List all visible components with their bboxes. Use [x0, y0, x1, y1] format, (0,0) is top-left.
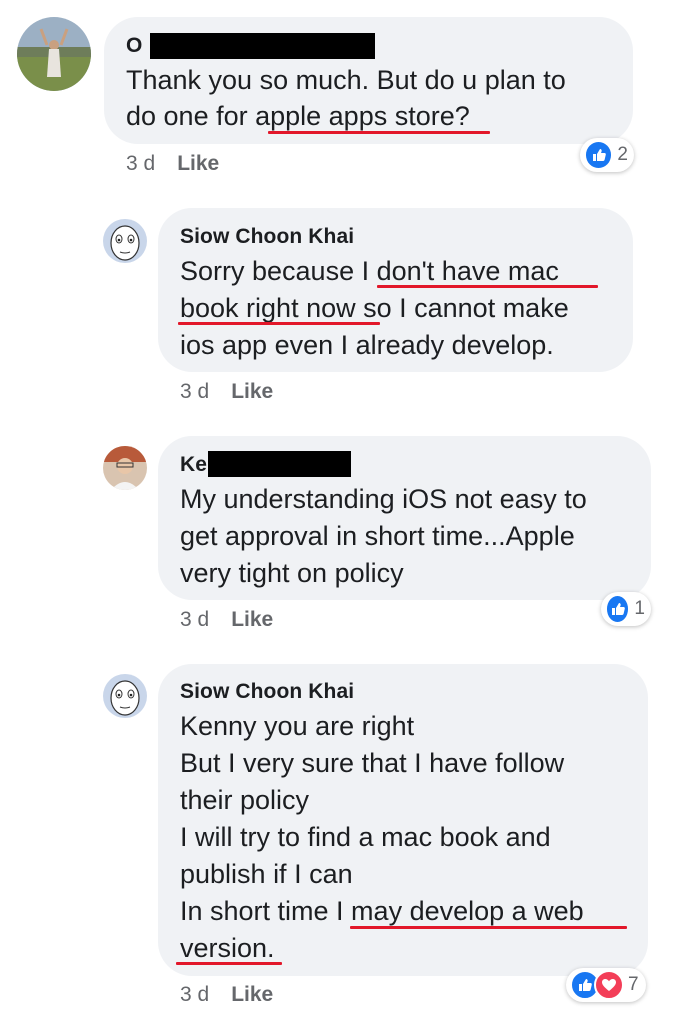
reaction-summary[interactable]: 2: [580, 138, 634, 172]
comment-text-line: very tight on policy: [180, 558, 404, 588]
avatar[interactable]: [103, 446, 147, 490]
comment-meta: 3 d Like: [180, 380, 273, 404]
comment-meta: 3 d Like: [180, 983, 273, 1007]
comment-text-line: My understanding iOS not easy to: [180, 484, 587, 514]
comment-meta: 3 d Like: [126, 152, 219, 176]
comment-text-line: get approval in short time...Apple: [180, 521, 575, 551]
comment-text-line: Kenny you are right: [180, 711, 415, 741]
comment-author[interactable]: Ke: [180, 453, 207, 477]
comment-text-line: Thank you so much. But do u plan to: [126, 65, 566, 95]
comment-text-line: publish if I can: [180, 859, 353, 889]
redaction-bar: [150, 33, 375, 59]
comment-text-line: In short time I may develop a web: [180, 896, 584, 926]
annotation-underline: [268, 131, 490, 134]
user-photo-icon: [103, 446, 147, 490]
cartoon-face-icon: [110, 225, 140, 261]
comment-author[interactable]: Siow Choon Khai: [180, 225, 354, 249]
thumbs-up-icon: [605, 594, 631, 624]
comment-author[interactable]: Siow Choon Khai: [180, 680, 354, 704]
like-button[interactable]: Like: [231, 380, 273, 403]
annotation-underline: [377, 285, 598, 288]
reaction-count: 2: [617, 144, 628, 165]
comment-text-line: I will try to find a mac book and: [180, 822, 551, 852]
comment-timestamp[interactable]: 3 d: [180, 983, 209, 1006]
annotation-underline: [178, 322, 380, 325]
comment-timestamp[interactable]: 3 d: [126, 152, 155, 175]
thumbs-up-icon: [584, 140, 614, 170]
reaction-count: 1: [634, 598, 645, 619]
avatar[interactable]: [103, 674, 147, 718]
comment-text-line: their policy: [180, 785, 310, 815]
comment-text-line: book right now so I cannot make: [180, 293, 569, 323]
like-button[interactable]: Like: [231, 983, 273, 1006]
like-button[interactable]: Like: [177, 152, 219, 175]
reaction-count: 7: [628, 974, 639, 995]
heart-icon: [594, 970, 624, 1000]
comment-timestamp[interactable]: 3 d: [180, 380, 209, 403]
comment-text-line: Sorry because I don't have mac: [180, 256, 559, 286]
avatar[interactable]: [17, 17, 91, 91]
reaction-summary[interactable]: 7: [566, 968, 646, 1002]
cartoon-face-icon: [110, 680, 140, 716]
reaction-summary[interactable]: 1: [601, 592, 651, 626]
annotation-underline: [176, 962, 282, 965]
user-photo-icon: [17, 17, 91, 91]
avatar[interactable]: [103, 219, 147, 263]
comment-author[interactable]: O: [126, 34, 142, 58]
comment-timestamp[interactable]: 3 d: [180, 608, 209, 631]
comment-text-line: But I very sure that I have follow: [180, 748, 565, 778]
comment-meta: 3 d Like: [180, 608, 273, 632]
redaction-bar: [208, 451, 351, 477]
comment-text-line: version.: [180, 933, 275, 963]
like-button[interactable]: Like: [231, 608, 273, 631]
annotation-underline: [350, 926, 627, 929]
comment-text-line: ios app even I already develop.: [180, 330, 554, 360]
comment-text-line: do one for apple apps store?: [126, 101, 470, 131]
